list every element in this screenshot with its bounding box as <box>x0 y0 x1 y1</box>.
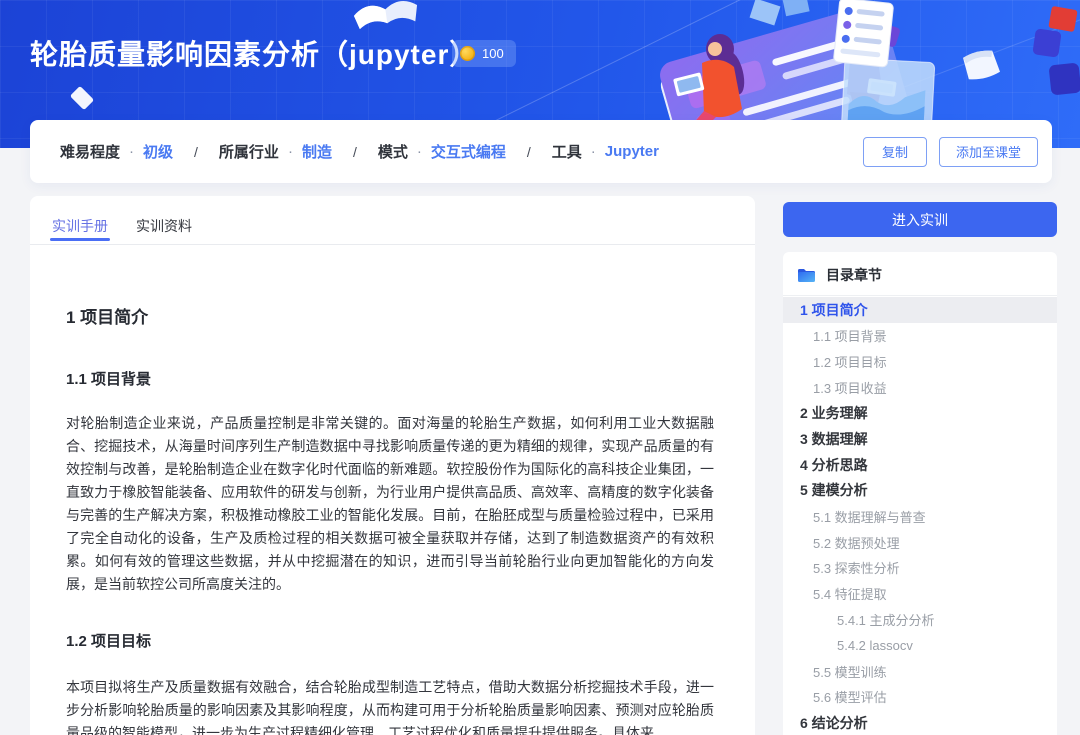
toc-item[interactable]: 1.1 项目背景 <box>783 323 1057 349</box>
toc-item[interactable]: 5.5 模型训练 <box>783 658 1057 684</box>
toc-item[interactable]: 3 数据理解 <box>783 426 1057 452</box>
section-paragraph-1-2: 本项目拟将生产及质量数据有效融合，结合轮胎成型制造工艺特点，借助大数据分析挖掘技… <box>66 676 714 735</box>
toc-item[interactable]: 6 结论分析 <box>783 710 1057 735</box>
meta-label: 难易程度 <box>60 141 120 162</box>
toc-card: 目录章节 1 项目简介1.1 项目背景1.2 项目目标1.3 项目收益2 业务理… <box>783 252 1057 735</box>
toc-item[interactable]: 1.2 项目目标 <box>783 349 1057 375</box>
toc-item[interactable]: 5 建模分析 <box>783 478 1057 504</box>
meta-dot: · <box>591 143 596 160</box>
toc-item[interactable]: 1.3 项目收益 <box>783 374 1057 400</box>
meta-buttons: 复制 添加至课堂 <box>863 137 1038 167</box>
meta-value[interactable]: 交互式编程 <box>431 141 506 162</box>
meta-label: 模式 <box>378 141 408 162</box>
toc-item[interactable]: 5.2 数据预处理 <box>783 529 1057 555</box>
toc-item[interactable]: 4 分析思路 <box>783 452 1057 478</box>
paper-illustration <box>962 48 1000 81</box>
tab-0[interactable]: 实训手册 <box>52 196 108 244</box>
book-icon <box>353 0 419 30</box>
toc-item[interactable]: 5.4.2 lassocv <box>783 632 1057 658</box>
toc-item[interactable]: 5.4.1 主成分分析 <box>783 607 1057 633</box>
section-paragraph-1-1: 对轮胎制造企业来说，产品质量控制是非常关键的。面对海量的轮胎生产数据，如何利用工… <box>66 412 714 596</box>
add-to-class-button[interactable]: 添加至课堂 <box>939 137 1038 167</box>
coin-icon <box>460 46 475 61</box>
meta-dot: · <box>417 143 422 160</box>
section-heading-1: 1 项目简介 <box>66 303 148 328</box>
tab-1[interactable]: 实训资料 <box>136 196 192 244</box>
course-meta-card: 难易程度 · 初级 / 所属行业 · 制造 / 模式 · 交互式编程 / 工具 · Jupyter 复制 添… <box>30 120 1052 183</box>
toc-item[interactable]: 5.6 模型评估 <box>783 684 1057 710</box>
toc-item[interactable]: 1 项目简介 <box>783 297 1057 323</box>
copy-button[interactable]: 复制 <box>863 137 927 167</box>
section-heading-1-2: 1.2 项目目标 <box>66 630 151 651</box>
toc-header: 目录章节 <box>783 252 1057 296</box>
folder-icon <box>797 268 816 283</box>
meta-separator: / <box>194 144 198 160</box>
toc-item[interactable]: 5.1 数据理解与普查 <box>783 503 1057 529</box>
meta-dot: · <box>288 143 293 160</box>
page-title: 轮胎质量影响因素分析（jupyter） <box>30 33 478 73</box>
toc-item[interactable]: 5.3 探索性分析 <box>783 555 1057 581</box>
toc-item[interactable]: 5.4 特征提取 <box>783 581 1057 607</box>
meta-value[interactable]: Jupyter <box>605 143 659 160</box>
enter-training-button[interactable]: 进入实训 <box>783 202 1057 237</box>
tab-bar: 实训手册实训资料 <box>30 196 755 245</box>
points-value: 100 <box>482 46 504 61</box>
meta-separator: / <box>527 144 531 160</box>
meta-label: 所属行业 <box>219 141 279 162</box>
meta-value[interactable]: 初级 <box>143 141 173 162</box>
section-heading-1-1: 1.1 项目背景 <box>66 368 151 389</box>
meta-items: 难易程度 · 初级 / 所属行业 · 制造 / 模式 · 交互式编程 / 工具 · Jupyter <box>60 141 863 162</box>
toc-title: 目录章节 <box>826 265 882 285</box>
meta-value[interactable]: 制造 <box>302 141 332 162</box>
meta-dot: · <box>129 143 134 160</box>
meta-label: 工具 <box>552 141 582 162</box>
manual-content-card: 实训手册实训资料 1 项目简介 1.1 项目背景 对轮胎制造企业来说，产品质量控… <box>30 196 755 735</box>
toc-item[interactable]: 2 业务理解 <box>783 400 1057 426</box>
meta-separator: / <box>353 144 357 160</box>
points-badge: 100 <box>452 40 516 67</box>
toc-list: 1 项目简介1.1 项目背景1.2 项目目标1.3 项目收益2 业务理解3 数据… <box>783 296 1057 735</box>
